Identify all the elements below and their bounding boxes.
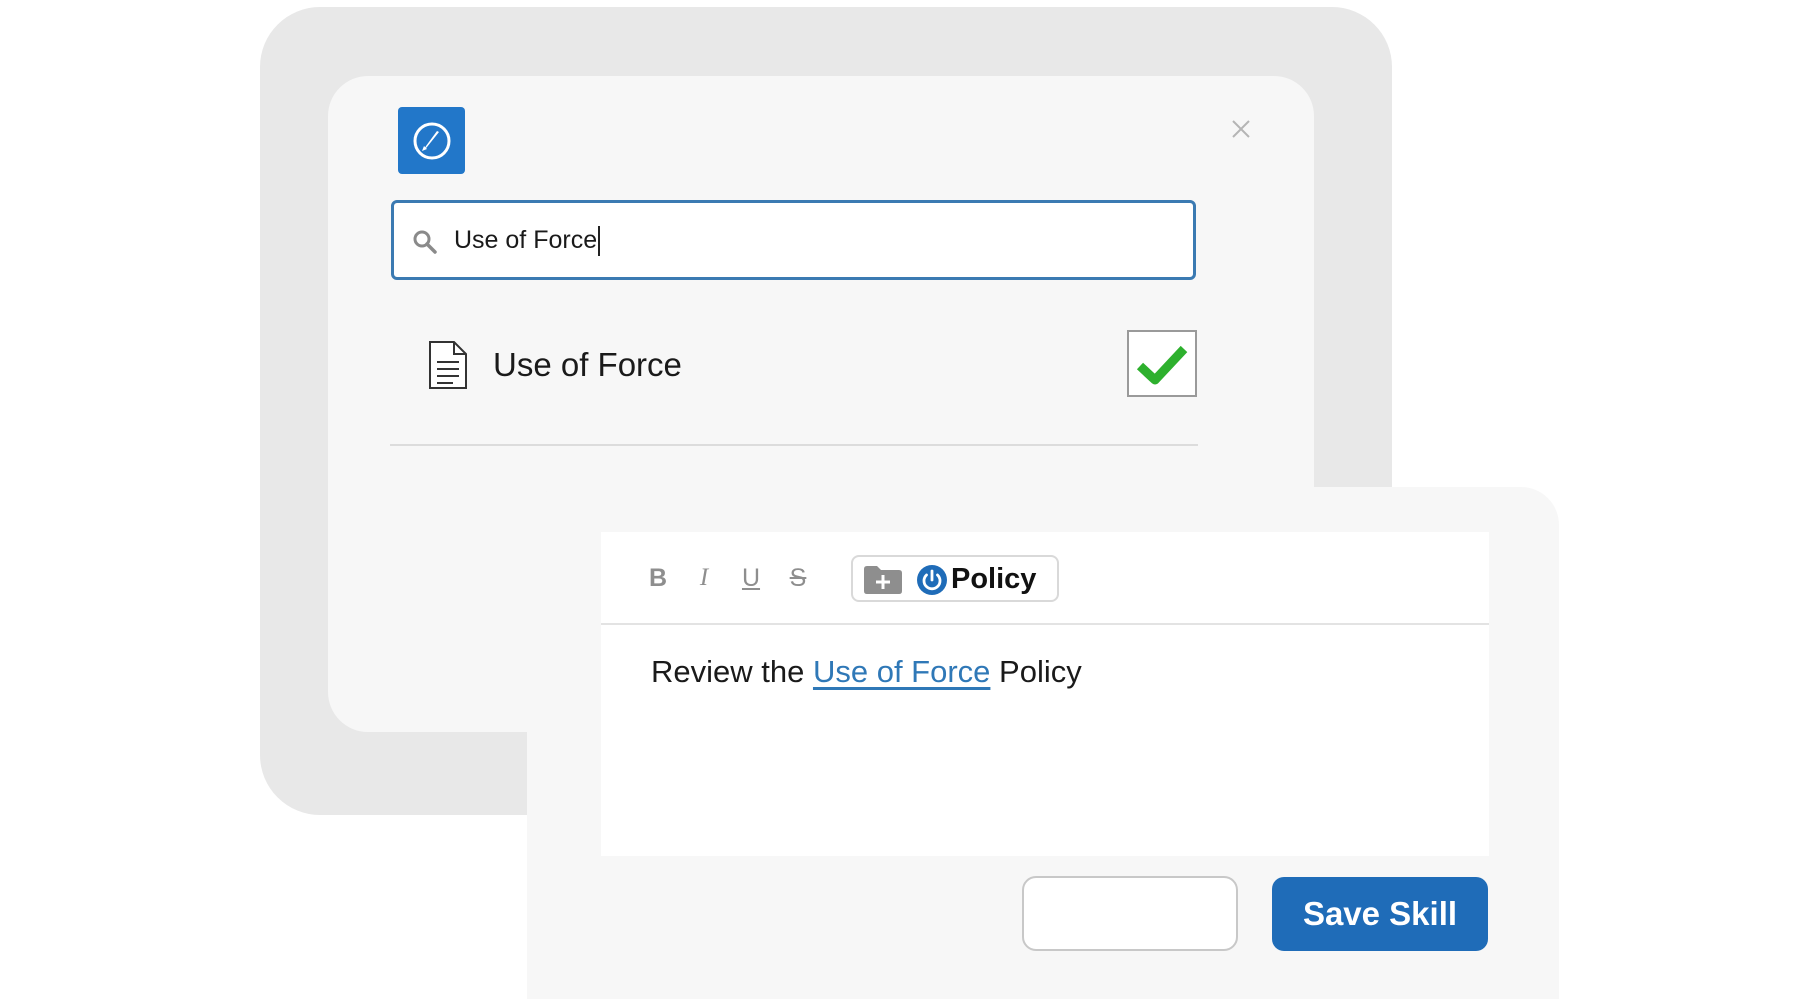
result-checkbox[interactable] bbox=[1127, 330, 1197, 397]
text-cursor bbox=[598, 226, 601, 257]
search-input-value: Use of Force bbox=[454, 203, 601, 277]
search-input[interactable]: Use of Force bbox=[391, 200, 1196, 280]
editor-text-prefix: Review the bbox=[651, 654, 813, 689]
search-result-item[interactable]: Use of Force bbox=[391, 330, 1199, 400]
toolbar-divider bbox=[601, 623, 1489, 625]
search-icon bbox=[412, 229, 438, 255]
save-skill-button[interactable]: Save Skill bbox=[1272, 877, 1488, 951]
policy-link[interactable]: Use of Force bbox=[813, 654, 990, 689]
editor-toolbar: B I U S Policy bbox=[601, 532, 1489, 622]
document-icon bbox=[427, 340, 469, 390]
result-label: Use of Force bbox=[493, 346, 682, 383]
rich-text-editor: B I U S Policy Review the Use of Force P… bbox=[601, 532, 1489, 856]
checkmark-icon bbox=[1136, 345, 1188, 384]
close-icon[interactable] bbox=[1228, 116, 1254, 142]
cancel-button[interactable] bbox=[1022, 876, 1238, 951]
insert-policy-label: Policy bbox=[951, 563, 1037, 595]
bold-button[interactable]: B bbox=[643, 560, 673, 596]
insert-policy-button[interactable]: Policy bbox=[851, 555, 1059, 602]
folder-plus-icon bbox=[863, 565, 903, 595]
compass-edit-icon bbox=[398, 107, 465, 174]
underline-button[interactable]: U bbox=[736, 560, 766, 596]
editor-content[interactable]: Review the Use of Force Policy bbox=[651, 654, 1082, 690]
power-icon bbox=[916, 564, 948, 596]
strikethrough-button[interactable]: S bbox=[783, 560, 813, 596]
result-divider bbox=[390, 444, 1198, 446]
italic-button[interactable]: I bbox=[689, 560, 719, 596]
editor-text-suffix: Policy bbox=[990, 654, 1082, 689]
